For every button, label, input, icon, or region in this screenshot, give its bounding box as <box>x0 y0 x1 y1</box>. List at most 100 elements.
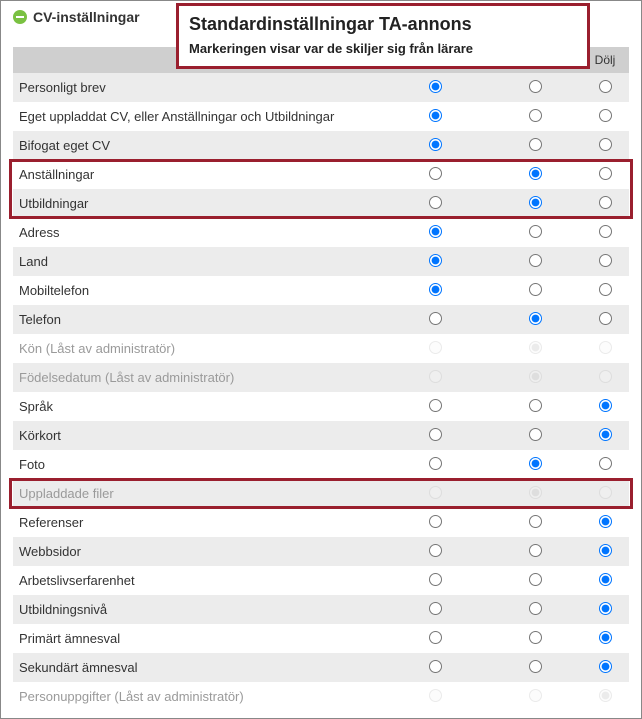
option-radio <box>599 689 612 702</box>
option-radio <box>599 341 612 354</box>
option-radio[interactable] <box>429 544 442 557</box>
row-label: Eget uppladdat CV, eller Anställningar o… <box>13 109 385 124</box>
option-radio[interactable] <box>599 515 612 528</box>
rows-container: Personligt brev Eget uppladdat CV, eller … <box>13 73 629 711</box>
option-radio[interactable] <box>529 457 542 470</box>
radio-cell <box>585 602 629 618</box>
radio-cell <box>585 399 629 415</box>
option-radio[interactable] <box>529 660 542 673</box>
option-radio[interactable] <box>599 225 612 238</box>
radio-cell <box>385 660 485 676</box>
radio-cell <box>485 254 585 270</box>
option-radio[interactable] <box>599 109 612 122</box>
option-radio[interactable] <box>429 631 442 644</box>
radio-cell <box>585 138 629 154</box>
radio-cell <box>485 573 585 589</box>
option-radio[interactable] <box>599 138 612 151</box>
radio-cell <box>385 573 485 589</box>
option-radio[interactable] <box>599 631 612 644</box>
option-radio[interactable] <box>429 457 442 470</box>
option-radio[interactable] <box>429 312 442 325</box>
option-radio[interactable] <box>529 225 542 238</box>
option-radio[interactable] <box>599 167 612 180</box>
table-row: Bifogat eget CV <box>13 131 629 160</box>
option-radio[interactable] <box>529 631 542 644</box>
option-radio[interactable] <box>529 167 542 180</box>
radio-cell <box>585 80 629 96</box>
radio-cell <box>485 660 585 676</box>
option-radio[interactable] <box>529 138 542 151</box>
option-radio[interactable] <box>429 660 442 673</box>
radio-cell <box>585 486 629 502</box>
radio-cell <box>585 515 629 531</box>
option-radio[interactable] <box>599 283 612 296</box>
option-radio[interactable] <box>529 254 542 267</box>
table-row: Referenser <box>13 508 629 537</box>
table-row: Utbildningar <box>13 189 629 218</box>
option-radio[interactable] <box>599 660 612 673</box>
collapse-icon[interactable] <box>13 10 27 24</box>
option-radio[interactable] <box>429 225 442 238</box>
option-radio <box>529 370 542 383</box>
radio-cell <box>585 428 629 444</box>
row-label: Födelsedatum (Låst av administratör) <box>13 370 385 385</box>
option-radio[interactable] <box>529 312 542 325</box>
row-label: Land <box>13 254 385 269</box>
option-radio[interactable] <box>429 399 442 412</box>
radio-cell <box>485 399 585 415</box>
option-radio[interactable] <box>599 80 612 93</box>
radio-cell <box>385 631 485 647</box>
option-radio[interactable] <box>429 109 442 122</box>
radio-cell <box>485 225 585 241</box>
callout-box: Standardinställningar TA-annons Markerin… <box>176 3 590 69</box>
option-radio[interactable] <box>429 80 442 93</box>
radio-cell <box>485 312 585 328</box>
radio-cell <box>485 109 585 125</box>
option-radio[interactable] <box>529 573 542 586</box>
option-radio[interactable] <box>529 399 542 412</box>
option-radio[interactable] <box>429 573 442 586</box>
option-radio[interactable] <box>599 399 612 412</box>
option-radio[interactable] <box>529 283 542 296</box>
table-row: Primärt ämnesval <box>13 624 629 653</box>
row-label: Kön (Låst av administratör) <box>13 341 385 356</box>
option-radio[interactable] <box>529 428 542 441</box>
option-radio[interactable] <box>429 196 442 209</box>
radio-cell <box>385 399 485 415</box>
option-radio[interactable] <box>599 573 612 586</box>
table-row: Utbildningsnivå <box>13 595 629 624</box>
option-radio[interactable] <box>529 196 542 209</box>
radio-cell <box>485 631 585 647</box>
option-radio[interactable] <box>529 80 542 93</box>
option-radio[interactable] <box>529 109 542 122</box>
option-radio[interactable] <box>599 196 612 209</box>
option-radio[interactable] <box>529 515 542 528</box>
option-radio[interactable] <box>599 602 612 615</box>
option-radio[interactable] <box>599 457 612 470</box>
option-radio[interactable] <box>599 544 612 557</box>
row-label: Arbetslivserfarenhet <box>13 573 385 588</box>
radio-cell <box>385 370 485 386</box>
table-row: Telefon <box>13 305 629 334</box>
option-radio <box>599 370 612 383</box>
option-radio[interactable] <box>599 312 612 325</box>
option-radio[interactable] <box>599 428 612 441</box>
row-label: Personligt brev <box>13 80 385 95</box>
option-radio[interactable] <box>429 138 442 151</box>
radio-cell <box>485 196 585 212</box>
option-radio[interactable] <box>429 167 442 180</box>
table-row: Adress <box>13 218 629 247</box>
radio-cell <box>385 486 485 502</box>
option-radio[interactable] <box>429 515 442 528</box>
option-radio[interactable] <box>429 283 442 296</box>
row-label: Utbildningsnivå <box>13 602 385 617</box>
radio-cell <box>385 515 485 531</box>
option-radio[interactable] <box>529 602 542 615</box>
option-radio[interactable] <box>429 428 442 441</box>
option-radio[interactable] <box>429 602 442 615</box>
option-radio[interactable] <box>429 254 442 267</box>
option-radio[interactable] <box>599 254 612 267</box>
section-title: CV-inställningar <box>33 9 140 25</box>
row-label: Primärt ämnesval <box>13 631 385 646</box>
option-radio[interactable] <box>529 544 542 557</box>
